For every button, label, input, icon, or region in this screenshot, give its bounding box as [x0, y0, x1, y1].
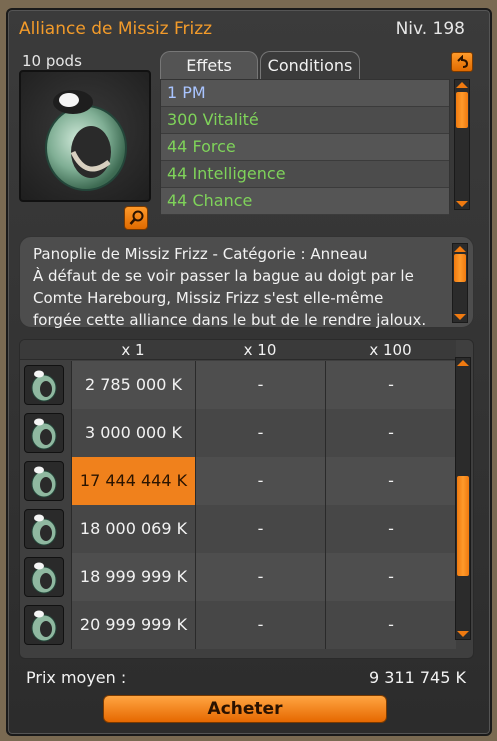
table-scrollbar[interactable] — [455, 357, 471, 640]
price-x1[interactable]: 20 999 999 K — [71, 601, 195, 649]
price-table: x 1 x 10 x 100 2 785 000 K - - 3 000 000… — [19, 339, 474, 659]
ring-icon — [45, 90, 127, 191]
effect-text: 1 PM — [167, 83, 206, 102]
table-row[interactable]: 2 785 000 K - - — [20, 361, 456, 409]
description-line: À défaut de se voir passer la bague au d… — [33, 267, 414, 285]
table-header: x 1 x 10 x 100 — [20, 340, 456, 360]
price-x1[interactable]: 18 999 999 K — [71, 553, 195, 601]
item-image-frame — [19, 70, 151, 202]
row-item-cell — [20, 457, 71, 505]
magnifier-icon — [129, 210, 144, 225]
scroll-down-icon[interactable] — [454, 314, 466, 320]
table-row-selected[interactable]: 17 444 444 K - - — [20, 457, 456, 505]
price-x10[interactable]: - — [195, 409, 325, 457]
description-line: forgée cette alliance dans le but de le … — [33, 311, 427, 329]
effect-text: 44 Intelligence — [167, 164, 286, 183]
average-price-label: Prix moyen : — [26, 668, 127, 687]
row-item-cell — [20, 361, 71, 409]
price-x100[interactable]: - — [325, 457, 456, 505]
row-item-cell — [20, 553, 71, 601]
row-item-cell — [20, 409, 71, 457]
scroll-up-icon[interactable] — [454, 246, 466, 252]
effect-text: 44 Chance — [167, 191, 253, 210]
effect-row: 44 Chance — [161, 188, 449, 215]
scroll-thumb[interactable] — [454, 254, 466, 282]
price-x100[interactable]: - — [325, 601, 456, 649]
effect-text: 44 Force — [167, 137, 236, 156]
ring-icon — [24, 509, 64, 549]
tab-effets[interactable]: Effets — [160, 51, 258, 79]
scroll-thumb[interactable] — [456, 92, 468, 128]
table-row[interactable]: 3 000 000 K - - — [20, 409, 456, 457]
price-x10[interactable]: - — [195, 361, 325, 409]
window-title: Alliance de Missiz Frizz — [19, 19, 213, 39]
average-price-value: 9 311 745 K — [368, 668, 466, 687]
effects-list: 1 PM 300 Vitalité 44 Force 44 Intelligen… — [160, 79, 450, 215]
price-x1[interactable]: 2 785 000 K — [71, 361, 195, 409]
price-x10[interactable]: - — [195, 553, 325, 601]
description-line: Panoplie de Missiz Frizz - Catégorie : A… — [33, 245, 368, 263]
price-x100[interactable]: - — [325, 409, 456, 457]
effect-row: 44 Force — [161, 134, 449, 161]
scroll-thumb[interactable] — [457, 476, 469, 576]
price-x100[interactable]: - — [325, 505, 456, 553]
effect-row: 44 Intelligence — [161, 161, 449, 188]
ring-icon — [24, 557, 64, 597]
ring-icon — [24, 461, 64, 501]
scroll-up-icon[interactable] — [456, 82, 468, 88]
ring-icon — [24, 605, 64, 645]
effect-text: 300 Vitalité — [167, 110, 259, 129]
buy-button[interactable]: Acheter — [103, 695, 387, 723]
table-row[interactable]: 18 999 999 K - - — [20, 553, 456, 601]
scroll-up-icon[interactable] — [457, 360, 469, 366]
zoom-button[interactable] — [124, 206, 148, 230]
price-x10[interactable]: - — [195, 601, 325, 649]
price-x1[interactable]: 18 000 069 K — [71, 505, 195, 553]
scroll-down-icon[interactable] — [456, 201, 468, 207]
effects-scrollbar[interactable] — [454, 79, 470, 210]
description-text: Panoplie de Missiz Frizz - Catégorie : A… — [33, 243, 448, 331]
column-header-x100: x 100 — [369, 341, 412, 359]
price-x100[interactable]: - — [325, 361, 456, 409]
price-x10[interactable]: - — [195, 457, 325, 505]
effect-row: 1 PM — [161, 80, 449, 107]
item-level: Niv. 198 — [395, 19, 465, 39]
price-x100[interactable]: - — [325, 553, 456, 601]
description-scrollbar[interactable] — [452, 243, 468, 323]
price-x1[interactable]: 3 000 000 K — [71, 409, 195, 457]
price-x10[interactable]: - — [195, 505, 325, 553]
row-item-cell — [20, 505, 71, 553]
ring-icon — [24, 413, 64, 453]
table-row[interactable]: 18 000 069 K - - — [20, 505, 456, 553]
tab-conditions[interactable]: Conditions — [260, 51, 360, 79]
item-pods: 10 pods — [22, 52, 82, 70]
column-header-x10: x 10 — [243, 341, 277, 359]
column-header-x1: x 1 — [121, 341, 145, 359]
scroll-down-icon[interactable] — [457, 631, 469, 637]
table-row[interactable]: 20 999 999 K - - — [20, 601, 456, 649]
description-line: Comte Harebourg, Missiz Frizz s'est elle… — [33, 289, 384, 307]
row-item-cell — [20, 601, 71, 649]
effect-row: 300 Vitalité — [161, 107, 449, 134]
back-button[interactable] — [451, 52, 473, 72]
ring-icon — [24, 365, 64, 405]
price-x1[interactable]: 17 444 444 K — [71, 457, 195, 505]
item-description: Panoplie de Missiz Frizz - Catégorie : A… — [19, 236, 474, 331]
back-arrow-icon — [457, 55, 469, 68]
